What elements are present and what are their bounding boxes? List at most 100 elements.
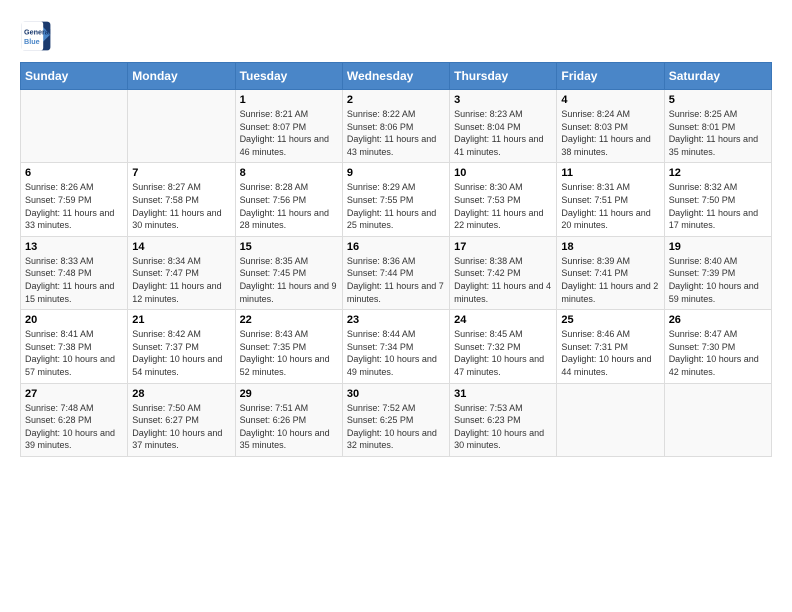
day-number: 13	[25, 241, 123, 253]
day-info: Sunrise: 8:46 AM Sunset: 7:31 PM Dayligh…	[561, 328, 659, 378]
day-info: Sunrise: 7:50 AM Sunset: 6:27 PM Dayligh…	[132, 402, 230, 452]
day-number: 10	[454, 167, 552, 179]
calendar-cell: 17 Sunrise: 8:38 AM Sunset: 7:42 PM Dayli…	[450, 236, 557, 309]
calendar-cell: 21 Sunrise: 8:42 AM Sunset: 7:37 PM Dayli…	[128, 310, 235, 383]
day-number: 30	[347, 388, 445, 400]
day-info: Sunrise: 8:24 AM Sunset: 8:03 PM Dayligh…	[561, 108, 659, 158]
calendar-cell: 27 Sunrise: 7:48 AM Sunset: 6:28 PM Dayli…	[21, 383, 128, 456]
weekday-header-thursday: Thursday	[450, 63, 557, 90]
calendar-cell: 5 Sunrise: 8:25 AM Sunset: 8:01 PM Daylig…	[664, 90, 771, 163]
weekday-header-tuesday: Tuesday	[235, 63, 342, 90]
calendar-cell: 11Sunrise: 8:31 AM Sunset: 7:51 PM Dayli…	[557, 163, 664, 236]
calendar-cell: 2 Sunrise: 8:22 AM Sunset: 8:06 PM Daylig…	[342, 90, 449, 163]
day-info: Sunrise: 8:38 AM Sunset: 7:42 PM Dayligh…	[454, 255, 552, 305]
calendar-cell: 23 Sunrise: 8:44 AM Sunset: 7:34 PM Dayli…	[342, 310, 449, 383]
calendar-cell: 7Sunrise: 8:27 AM Sunset: 7:58 PM Daylig…	[128, 163, 235, 236]
day-info: Sunrise: 8:32 AM Sunset: 7:50 PM Dayligh…	[669, 181, 767, 231]
day-number: 7	[132, 167, 230, 179]
day-info: Sunrise: 7:53 AM Sunset: 6:23 PM Dayligh…	[454, 402, 552, 452]
svg-text:General: General	[24, 27, 51, 36]
logo: General Blue	[20, 20, 52, 52]
day-number: 14	[132, 241, 230, 253]
day-number: 6	[25, 167, 123, 179]
day-number: 9	[347, 167, 445, 179]
day-number: 23	[347, 314, 445, 326]
day-number: 18	[561, 241, 659, 253]
day-number: 24	[454, 314, 552, 326]
day-info: Sunrise: 8:36 AM Sunset: 7:44 PM Dayligh…	[347, 255, 445, 305]
day-number: 15	[240, 241, 338, 253]
day-number: 22	[240, 314, 338, 326]
calendar-cell: 3Sunrise: 8:23 AM Sunset: 8:04 PM Daylig…	[450, 90, 557, 163]
day-number: 8	[240, 167, 338, 179]
day-info: Sunrise: 8:22 AM Sunset: 8:06 PM Dayligh…	[347, 108, 445, 158]
day-info: Sunrise: 7:51 AM Sunset: 6:26 PM Dayligh…	[240, 402, 338, 452]
page-header: General Blue	[20, 20, 772, 52]
weekday-header-wednesday: Wednesday	[342, 63, 449, 90]
day-info: Sunrise: 8:43 AM Sunset: 7:35 PM Dayligh…	[240, 328, 338, 378]
day-info: Sunrise: 8:42 AM Sunset: 7:37 PM Dayligh…	[132, 328, 230, 378]
calendar-header: SundayMondayTuesdayWednesdayThursdayFrid…	[21, 63, 772, 90]
day-info: Sunrise: 8:44 AM Sunset: 7:34 PM Dayligh…	[347, 328, 445, 378]
logo-icon: General Blue	[20, 20, 52, 52]
day-number: 20	[25, 314, 123, 326]
weekday-header-friday: Friday	[557, 63, 664, 90]
day-info: Sunrise: 8:40 AM Sunset: 7:39 PM Dayligh…	[669, 255, 767, 305]
day-info: Sunrise: 8:33 AM Sunset: 7:48 PM Dayligh…	[25, 255, 123, 305]
day-info: Sunrise: 7:48 AM Sunset: 6:28 PM Dayligh…	[25, 402, 123, 452]
calendar-cell: 12 Sunrise: 8:32 AM Sunset: 7:50 PM Dayli…	[664, 163, 771, 236]
day-info: Sunrise: 8:31 AM Sunset: 7:51 PM Dayligh…	[561, 181, 659, 231]
svg-text:Blue: Blue	[24, 37, 40, 46]
calendar-week-row: 6 Sunrise: 8:26 AM Sunset: 7:59 PM Daylig…	[21, 163, 772, 236]
day-info: Sunrise: 8:21 AM Sunset: 8:07 PM Dayligh…	[240, 108, 338, 158]
day-info: Sunrise: 8:39 AM Sunset: 7:41 PM Dayligh…	[561, 255, 659, 305]
calendar-cell: 28 Sunrise: 7:50 AM Sunset: 6:27 PM Dayli…	[128, 383, 235, 456]
day-info: Sunrise: 8:25 AM Sunset: 8:01 PM Dayligh…	[669, 108, 767, 158]
day-info: Sunrise: 7:52 AM Sunset: 6:25 PM Dayligh…	[347, 402, 445, 452]
calendar-cell: 20 Sunrise: 8:41 AM Sunset: 7:38 PM Dayli…	[21, 310, 128, 383]
weekday-header-monday: Monday	[128, 63, 235, 90]
calendar-cell	[557, 383, 664, 456]
day-number: 25	[561, 314, 659, 326]
calendar-cell	[21, 90, 128, 163]
day-number: 19	[669, 241, 767, 253]
day-number: 28	[132, 388, 230, 400]
day-number: 12	[669, 167, 767, 179]
day-number: 26	[669, 314, 767, 326]
day-info: Sunrise: 8:28 AM Sunset: 7:56 PM Dayligh…	[240, 181, 338, 231]
calendar-cell: 22 Sunrise: 8:43 AM Sunset: 7:35 PM Dayli…	[235, 310, 342, 383]
day-number: 27	[25, 388, 123, 400]
day-info: Sunrise: 8:34 AM Sunset: 7:47 PM Dayligh…	[132, 255, 230, 305]
day-number: 21	[132, 314, 230, 326]
calendar-cell: 18 Sunrise: 8:39 AM Sunset: 7:41 PM Dayli…	[557, 236, 664, 309]
calendar-week-row: 27 Sunrise: 7:48 AM Sunset: 6:28 PM Dayli…	[21, 383, 772, 456]
calendar-week-row: 13 Sunrise: 8:33 AM Sunset: 7:48 PM Dayli…	[21, 236, 772, 309]
calendar-cell: 16 Sunrise: 8:36 AM Sunset: 7:44 PM Dayli…	[342, 236, 449, 309]
day-number: 17	[454, 241, 552, 253]
calendar-cell: 9 Sunrise: 8:29 AM Sunset: 7:55 PM Daylig…	[342, 163, 449, 236]
day-info: Sunrise: 8:45 AM Sunset: 7:32 PM Dayligh…	[454, 328, 552, 378]
calendar-week-row: 20 Sunrise: 8:41 AM Sunset: 7:38 PM Dayli…	[21, 310, 772, 383]
day-info: Sunrise: 8:26 AM Sunset: 7:59 PM Dayligh…	[25, 181, 123, 231]
day-number: 5	[669, 94, 767, 106]
weekday-header-saturday: Saturday	[664, 63, 771, 90]
day-number: 2	[347, 94, 445, 106]
day-number: 29	[240, 388, 338, 400]
calendar-cell: 8 Sunrise: 8:28 AM Sunset: 7:56 PM Daylig…	[235, 163, 342, 236]
calendar-table: SundayMondayTuesdayWednesdayThursdayFrid…	[20, 62, 772, 457]
weekday-header-row: SundayMondayTuesdayWednesdayThursdayFrid…	[21, 63, 772, 90]
day-info: Sunrise: 8:41 AM Sunset: 7:38 PM Dayligh…	[25, 328, 123, 378]
calendar-cell: 25 Sunrise: 8:46 AM Sunset: 7:31 PM Dayli…	[557, 310, 664, 383]
day-info: Sunrise: 8:29 AM Sunset: 7:55 PM Dayligh…	[347, 181, 445, 231]
calendar-cell: 19 Sunrise: 8:40 AM Sunset: 7:39 PM Dayli…	[664, 236, 771, 309]
calendar-cell: 31Sunrise: 7:53 AM Sunset: 6:23 PM Dayli…	[450, 383, 557, 456]
calendar-cell: 14 Sunrise: 8:34 AM Sunset: 7:47 PM Dayli…	[128, 236, 235, 309]
day-number: 1	[240, 94, 338, 106]
day-number: 16	[347, 241, 445, 253]
calendar-cell	[664, 383, 771, 456]
calendar-cell: 4Sunrise: 8:24 AM Sunset: 8:03 PM Daylig…	[557, 90, 664, 163]
calendar-cell: 1 Sunrise: 8:21 AM Sunset: 8:07 PM Daylig…	[235, 90, 342, 163]
day-info: Sunrise: 8:30 AM Sunset: 7:53 PM Dayligh…	[454, 181, 552, 231]
weekday-header-sunday: Sunday	[21, 63, 128, 90]
day-info: Sunrise: 8:47 AM Sunset: 7:30 PM Dayligh…	[669, 328, 767, 378]
